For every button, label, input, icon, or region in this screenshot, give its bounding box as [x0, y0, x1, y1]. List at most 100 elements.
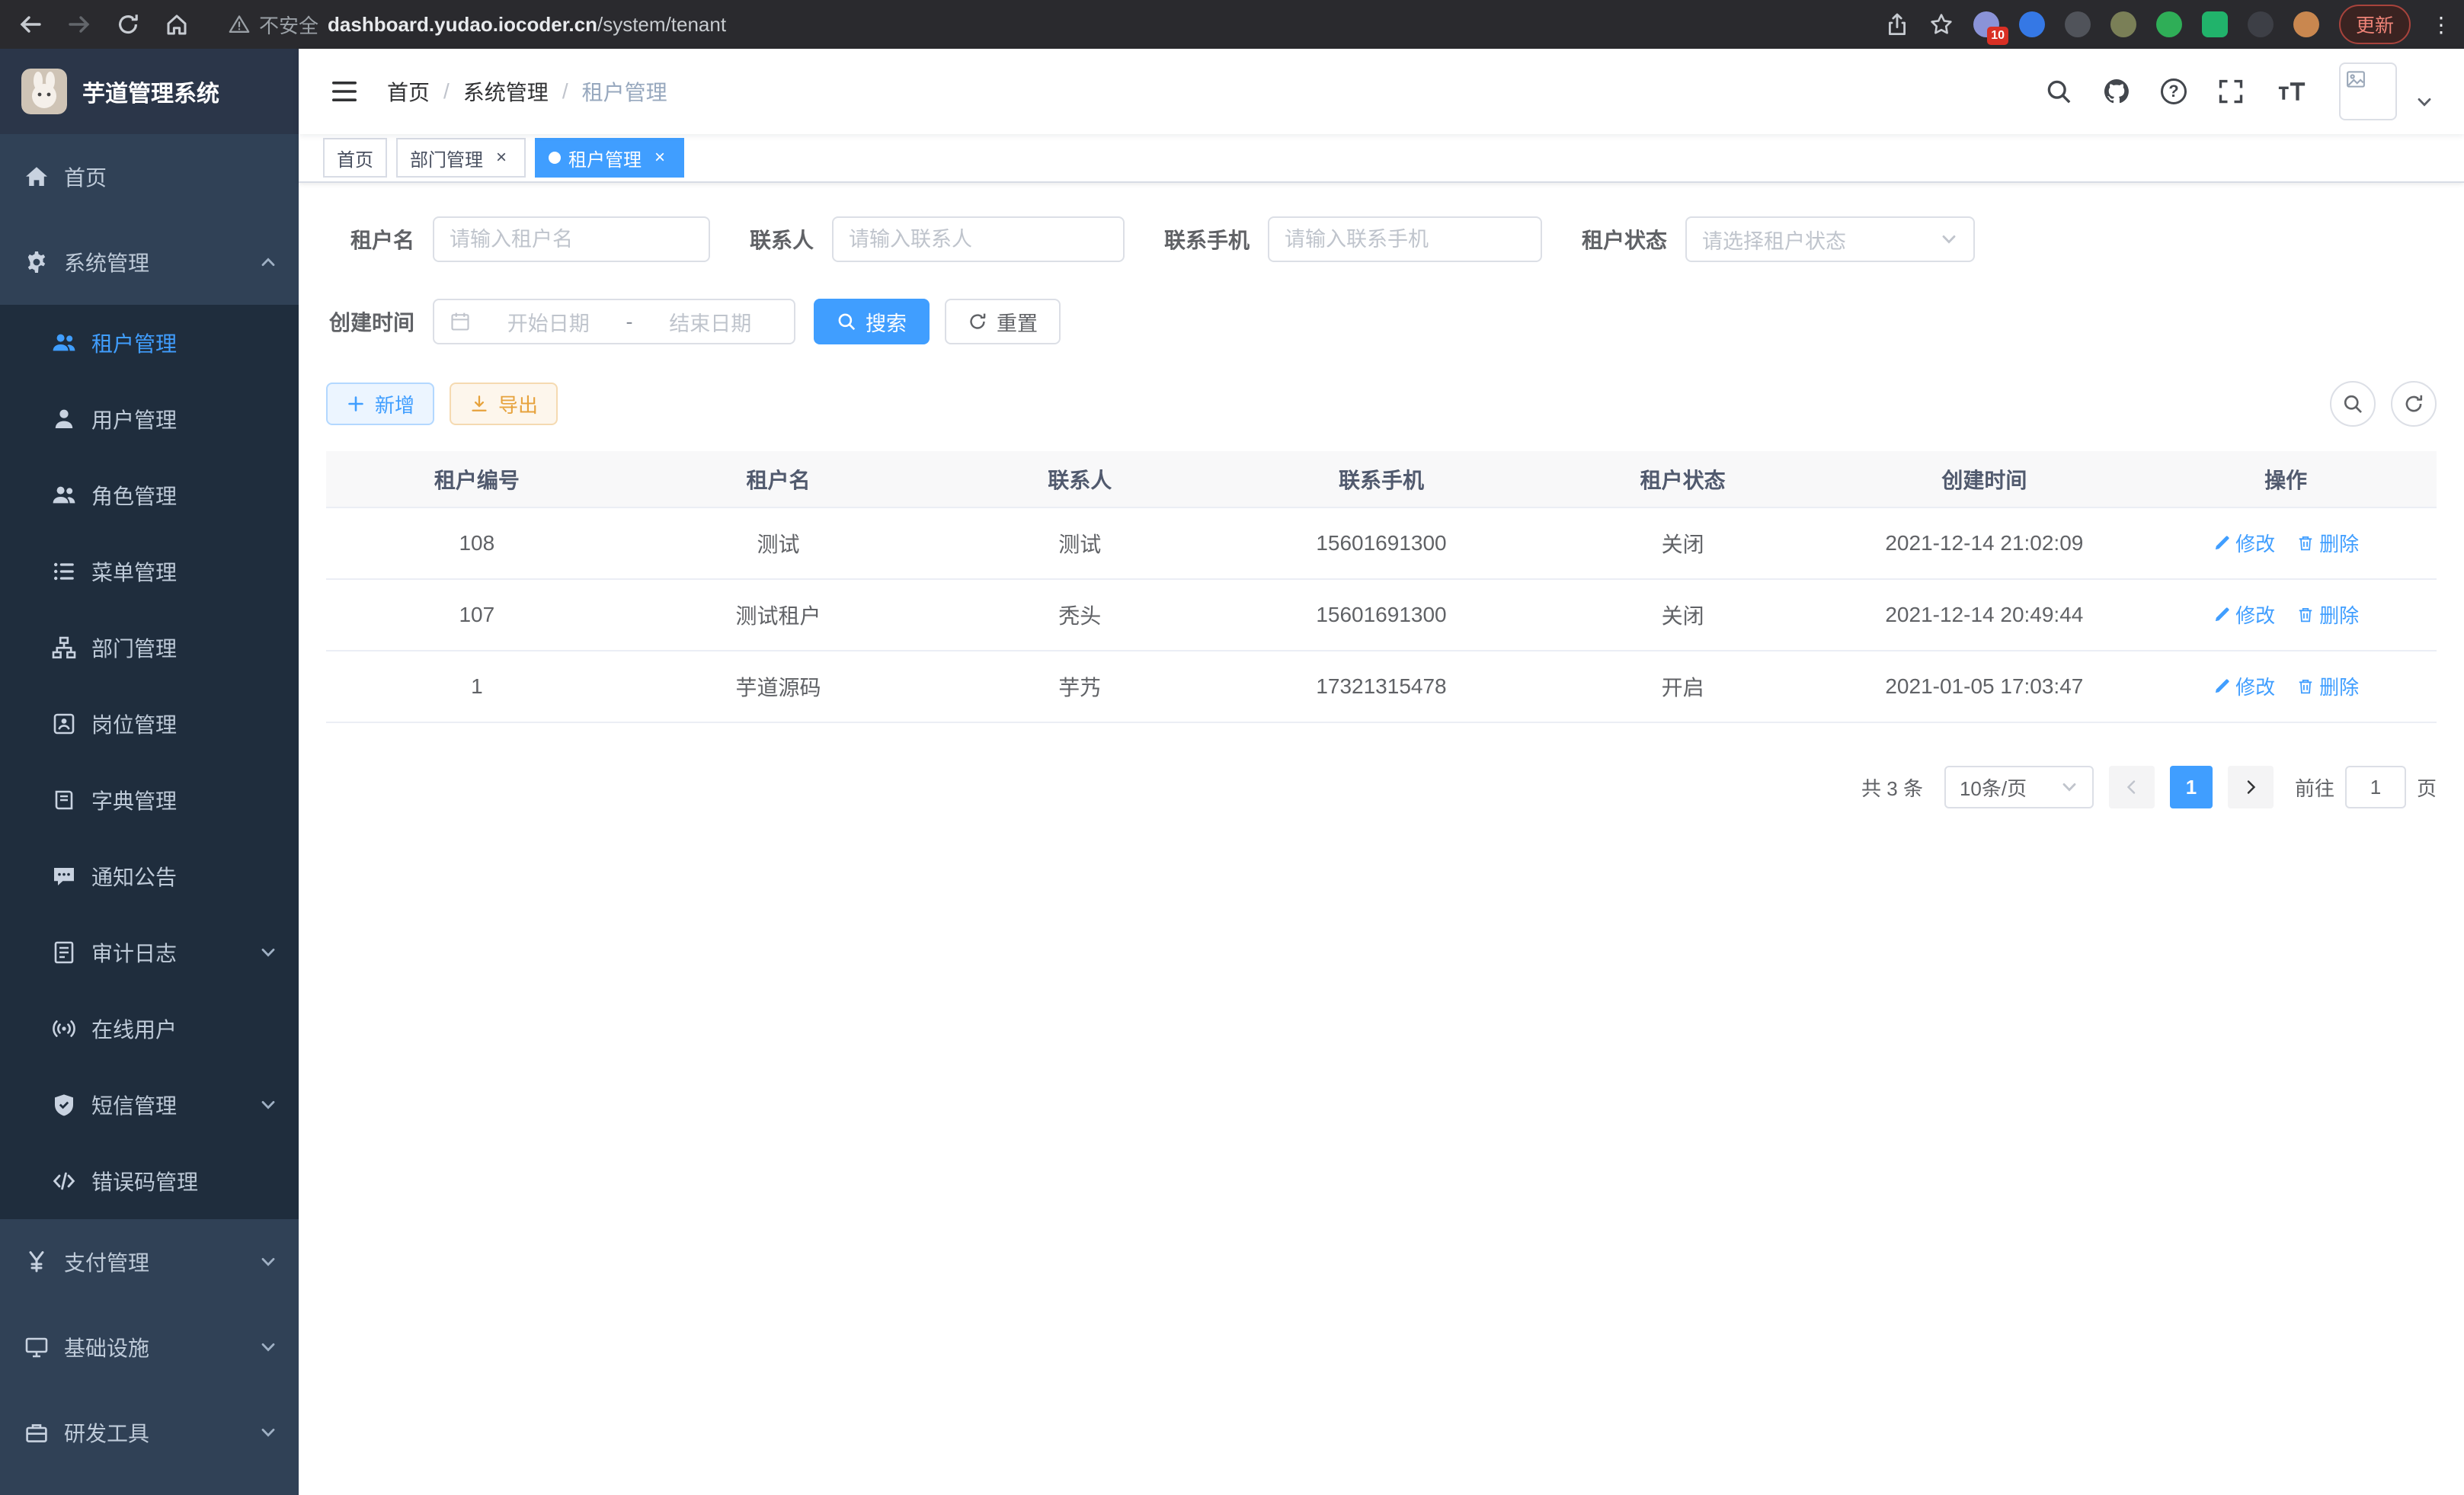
- delete-icon: [2296, 677, 2315, 696]
- status-cell: 关闭: [1532, 507, 1834, 579]
- user-avatar[interactable]: [2339, 62, 2397, 120]
- sidebar-item-错误码管理[interactable]: 错误码管理: [0, 1143, 299, 1219]
- browser-menu-kebab-icon[interactable]: ⋮: [2430, 12, 2446, 37]
- sidebar-item-审计日志[interactable]: 审计日志: [0, 914, 299, 991]
- puzzle-extension-icon[interactable]: [2248, 11, 2274, 37]
- tab-close-icon[interactable]: ×: [649, 147, 670, 168]
- table-header-row: 租户编号租户名联系人联系手机租户状态创建时间操作: [326, 451, 2437, 507]
- app-logo[interactable]: 芋道管理系统: [0, 49, 299, 134]
- users-icon: [52, 483, 76, 507]
- status-select[interactable]: 请选择租户状态: [1685, 216, 1975, 262]
- delete-button[interactable]: 删除: [2296, 672, 2359, 700]
- url-path: /system/tenant: [597, 13, 726, 36]
- browser-home-icon[interactable]: [165, 12, 189, 37]
- grid-extension-icon[interactable]: 10: [1973, 11, 1999, 37]
- tenant-name-label: 租户名: [326, 224, 414, 255]
- date-range-picker[interactable]: 开始日期 - 结束日期: [433, 299, 795, 344]
- breadcrumb-separator: /: [443, 79, 450, 104]
- sidebar-item-基础设施[interactable]: 基础设施: [0, 1305, 299, 1390]
- sidebar-item-租户管理[interactable]: 租户管理: [0, 305, 299, 381]
- badge-icon: [52, 712, 76, 736]
- font-size-icon[interactable]: [2275, 80, 2309, 103]
- fullscreen-icon[interactable]: [2217, 78, 2245, 105]
- contact-cell: 芋艿: [929, 651, 1230, 722]
- site-security-chip[interactable]: 不安全: [229, 11, 318, 39]
- chevron-down-icon: [259, 1338, 277, 1356]
- sidebar-menu: 首页系统管理租户管理用户管理角色管理菜单管理部门管理岗位管理字典管理通知公告审计…: [0, 134, 299, 1475]
- breadcrumb-system[interactable]: 系统管理: [463, 76, 549, 107]
- prev-page-button[interactable]: [2109, 766, 2155, 808]
- browser-reload-icon[interactable]: [116, 12, 140, 37]
- tab-部门管理[interactable]: 部门管理×: [396, 138, 526, 178]
- goto-page-input[interactable]: [2345, 766, 2406, 808]
- edit-button[interactable]: 修改: [2213, 600, 2275, 629]
- share-icon[interactable]: [1885, 12, 1909, 37]
- sidebar-collapse-icon[interactable]: [329, 76, 360, 107]
- browser-update-button[interactable]: 更新: [2339, 5, 2411, 44]
- sidebar-item-岗位管理[interactable]: 岗位管理: [0, 686, 299, 762]
- end-date-placeholder: 结束日期: [642, 307, 779, 337]
- warning-triangle-icon: [229, 14, 250, 35]
- pin-extension-icon[interactable]: [2019, 11, 2045, 37]
- dark-extension-icon[interactable]: [2065, 11, 2091, 37]
- search-button[interactable]: 搜索: [814, 299, 930, 344]
- add-button[interactable]: 新增: [326, 383, 434, 425]
- column-header: 操作: [2135, 451, 2437, 507]
- sidebar-item-通知公告[interactable]: 通知公告: [0, 838, 299, 914]
- avatar-caret-down-icon[interactable]: [2415, 93, 2434, 111]
- chat-extension-icon[interactable]: [2202, 11, 2228, 37]
- sidebar-item-系统管理[interactable]: 系统管理: [0, 219, 299, 305]
- sidebar-item-短信管理[interactable]: 短信管理: [0, 1067, 299, 1143]
- doc-icon: [52, 940, 76, 965]
- help-icon[interactable]: ?: [2161, 78, 2187, 104]
- olive-extension-icon[interactable]: [2110, 11, 2136, 37]
- sidebar-item-用户管理[interactable]: 用户管理: [0, 381, 299, 457]
- contact-cell: 秃头: [929, 579, 1230, 651]
- bookmark-star-icon[interactable]: [1929, 12, 1954, 37]
- browser-forward-icon[interactable]: [67, 12, 91, 37]
- tags-view-bar: 首页部门管理×租户管理×: [299, 134, 2464, 183]
- refresh-table-button[interactable]: [2391, 381, 2437, 427]
- edit-button[interactable]: 修改: [2213, 672, 2275, 700]
- page-number-1[interactable]: 1: [2170, 766, 2213, 808]
- contact-input[interactable]: [849, 228, 1108, 251]
- phone-cell: 15601691300: [1230, 579, 1532, 651]
- sidebar-item-支付管理[interactable]: 支付管理: [0, 1219, 299, 1305]
- sidebar-item-首页[interactable]: 首页: [0, 134, 299, 219]
- sidebar-item-研发工具[interactable]: 研发工具: [0, 1390, 299, 1475]
- next-page-button[interactable]: [2228, 766, 2274, 808]
- table-row: 107测试租户秃头15601691300关闭2021-12-14 20:49:4…: [326, 579, 2437, 651]
- green-extension-icon[interactable]: [2156, 11, 2182, 37]
- tab-租户管理[interactable]: 租户管理×: [535, 138, 684, 178]
- tenant-name-input[interactable]: [450, 228, 693, 251]
- breadcrumb: 首页 / 系统管理 / 租户管理: [387, 76, 667, 107]
- breadcrumb-home[interactable]: 首页: [387, 76, 430, 107]
- reset-button[interactable]: 重置: [945, 299, 1061, 344]
- edit-button[interactable]: 修改: [2213, 529, 2275, 557]
- page-size-select[interactable]: 10条/页: [1944, 766, 2094, 808]
- tab-close-icon[interactable]: ×: [491, 147, 512, 168]
- sidebar-item-部门管理[interactable]: 部门管理: [0, 610, 299, 686]
- address-bar[interactable]: dashboard.yudao.iocoder.cn/system/tenant: [328, 13, 726, 37]
- delete-icon: [2296, 606, 2315, 624]
- sidebar-item-字典管理[interactable]: 字典管理: [0, 762, 299, 838]
- delete-button[interactable]: 删除: [2296, 600, 2359, 629]
- create-time-label: 创建时间: [326, 306, 414, 337]
- github-icon[interactable]: [2103, 78, 2130, 105]
- list-icon: [52, 559, 76, 584]
- phone-input[interactable]: [1285, 228, 1525, 251]
- search-icon: [837, 312, 856, 331]
- toggle-search-button[interactable]: [2330, 381, 2376, 427]
- delete-icon: [2296, 534, 2315, 552]
- header-search-icon[interactable]: [2045, 78, 2072, 105]
- profile-avatar-icon[interactable]: [2293, 11, 2319, 37]
- chevron-down-icon: [259, 1096, 277, 1114]
- contact-input-wrap: [832, 216, 1125, 262]
- delete-button[interactable]: 删除: [2296, 529, 2359, 557]
- tab-首页[interactable]: 首页: [323, 138, 387, 178]
- sidebar-item-角色管理[interactable]: 角色管理: [0, 457, 299, 533]
- export-button[interactable]: 导出: [450, 383, 558, 425]
- browser-back-icon[interactable]: [18, 12, 43, 37]
- sidebar-item-在线用户[interactable]: 在线用户: [0, 991, 299, 1067]
- sidebar-item-菜单管理[interactable]: 菜单管理: [0, 533, 299, 610]
